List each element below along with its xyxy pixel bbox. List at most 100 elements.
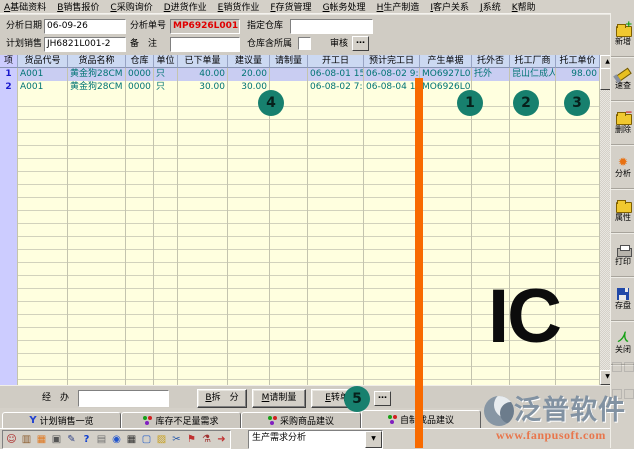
chart-flag-icon[interactable]: ⚑ xyxy=(184,432,199,447)
annotation-circle-4: 4 xyxy=(258,90,284,116)
annotation-vertical-line xyxy=(415,78,423,448)
col-header-item[interactable]: 项 xyxy=(0,55,18,68)
col-header-item-name[interactable]: 货品名称 xyxy=(68,55,126,68)
cell-ordered-qty: 30.00 xyxy=(178,81,228,94)
archive-icon[interactable]: ▥ xyxy=(19,432,34,447)
col-header-requested-qty[interactable]: 请制量 xyxy=(270,55,308,68)
menu-item-inventory[interactable]: F存货管理 xyxy=(270,0,311,13)
menu-label: 进货作业 xyxy=(171,3,207,13)
cell-unit: 只 xyxy=(154,68,178,81)
col-header-unit-price[interactable]: 托工单价 xyxy=(556,55,600,68)
col-header-unit[interactable]: 单位 xyxy=(154,55,178,68)
col-header-ordered-qty[interactable]: 已下单量 xyxy=(178,55,228,68)
close-button[interactable]: 人 关闭 xyxy=(611,321,634,365)
cell-item-code: A001 xyxy=(18,68,68,81)
tab-plan-sales-overview[interactable]: Y 计划销售一览 xyxy=(2,412,121,429)
cell-item-code: A001 xyxy=(18,81,68,94)
monitor-icon[interactable]: ▢ xyxy=(139,432,154,447)
note-icon[interactable]: ▤ xyxy=(94,432,109,447)
help-icon[interactable]: ? xyxy=(79,432,94,447)
warehouse-include-checkbox[interactable] xyxy=(298,37,311,50)
tab-label: 库存不足量需求 xyxy=(155,414,218,427)
footer-more-button[interactable]: … xyxy=(374,391,391,406)
menu-hotkey: G xyxy=(323,3,330,13)
analysis-date-field[interactable]: 06-09-26 xyxy=(44,19,126,34)
menu-label: 采购询价 xyxy=(117,3,153,13)
tab-purchase-suggestion[interactable]: 采购商品建议 xyxy=(241,412,361,429)
sidebar-button-label: 新增 xyxy=(615,38,631,46)
request-qty-button[interactable]: M请制量 xyxy=(252,389,306,408)
warehouse-field[interactable] xyxy=(290,19,373,34)
globe-icon[interactable]: ◉ xyxy=(109,432,124,447)
menu-label: 帐务处理 xyxy=(330,3,366,13)
new-button[interactable]: + 新增 xyxy=(611,13,634,57)
tab-stock-shortage[interactable]: 库存不足量需求 xyxy=(121,412,241,429)
audit-label: 审核 xyxy=(330,38,348,50)
table-row[interactable]: 2 A001 黄金狗28CM 0000 只 30.00 30.00 06-08-… xyxy=(0,81,600,94)
sidebar-button-label: 删除 xyxy=(615,126,631,134)
plan-sales-field[interactable]: JH6821L001-2 xyxy=(44,37,126,52)
col-header-item-code[interactable]: 货品代号 xyxy=(18,55,68,68)
operator-field[interactable] xyxy=(78,390,169,407)
print-button[interactable]: 打印 xyxy=(611,233,634,277)
menu-label: 生产制造 xyxy=(383,3,419,13)
col-header-finish-date[interactable]: 预计完工日 xyxy=(364,55,420,68)
save-button[interactable]: 存盘 xyxy=(611,277,634,321)
menu-item-purchase-inquiry[interactable]: C采购询价 xyxy=(110,0,152,13)
calculator-icon[interactable]: ▦ xyxy=(124,432,139,447)
tab-label: 自制成品建议 xyxy=(400,413,454,426)
analysis-no-field: MP6926L001 xyxy=(170,19,240,34)
col-header-generated-doc[interactable]: 产生单据 xyxy=(420,55,472,68)
analyze-button[interactable]: ✹ 分析 xyxy=(611,145,634,189)
analysis-type-combobox[interactable]: 生产需求分析 ▼ xyxy=(248,430,383,449)
filter-icon: Y xyxy=(29,416,36,425)
truck-icon[interactable]: ▣ xyxy=(49,432,64,447)
user-icon[interactable]: ☺ xyxy=(4,432,19,447)
cell-warehouse: 0000 xyxy=(126,68,154,81)
delete-folder-icon: − xyxy=(615,111,632,124)
cell-start-date: 06-08-01 15: xyxy=(308,68,364,81)
flask-icon[interactable]: ⚗ xyxy=(199,432,214,447)
delete-button[interactable]: − 删除 xyxy=(611,101,634,145)
col-header-vendor[interactable]: 托工厂商 xyxy=(510,55,556,68)
cluster-icon xyxy=(388,415,397,424)
menu-label: 销货作业 xyxy=(223,3,259,13)
remark-field[interactable] xyxy=(170,37,240,52)
menu-item-outbound[interactable]: E销货作业 xyxy=(218,0,260,13)
cell-item-name: 黄金狗28CM xyxy=(68,81,126,94)
menu-item-manufacturing[interactable]: H生产制造 xyxy=(377,0,420,13)
menu-item-inbound[interactable]: D进货作业 xyxy=(164,0,207,13)
menu-item-accounting[interactable]: G帐务处理 xyxy=(323,0,366,13)
col-header-warehouse[interactable]: 仓库 xyxy=(126,55,154,68)
col-header-outsourced[interactable]: 托外否 xyxy=(472,55,510,68)
menu-item-system[interactable]: J系统 xyxy=(480,0,501,13)
tools-icon[interactable]: ✂ xyxy=(169,432,184,447)
sidebar-button-label: 分析 xyxy=(615,170,631,178)
split-button[interactable]: B拆 分 xyxy=(197,389,247,408)
audit-more-button[interactable]: … xyxy=(352,36,369,51)
menu-item-crm[interactable]: I客户关系 xyxy=(430,0,469,13)
menu-bar: A基础资料 B销售报价 C采购询价 D进货作业 E销货作业 F存货管理 G帐务处… xyxy=(0,0,634,14)
ic-watermark: IC xyxy=(488,281,560,353)
menu-item-sales-quote[interactable]: B销售报价 xyxy=(57,0,99,13)
cell-finish-date: 06-08-04 15: xyxy=(364,81,420,94)
button-label: 请制量 xyxy=(269,393,296,403)
quick-find-button[interactable]: 速查 xyxy=(611,57,634,101)
pin-icon[interactable]: ✎ xyxy=(64,432,79,447)
menu-item-base-data[interactable]: A基础资料 xyxy=(4,0,46,13)
cluster-icon xyxy=(268,416,277,425)
brand-logo-icon xyxy=(484,396,514,426)
properties-button[interactable]: 属性 xyxy=(611,189,634,233)
exit-icon[interactable]: ➜ xyxy=(214,432,229,447)
chevron-down-icon[interactable]: ▼ xyxy=(365,431,382,448)
calendar-icon[interactable]: ▦ xyxy=(34,432,49,447)
cell-warehouse: 0000 xyxy=(126,81,154,94)
col-header-start-date[interactable]: 开工日 xyxy=(308,55,364,68)
annotation-circle-3: 3 xyxy=(564,90,590,116)
menu-hotkey: D xyxy=(164,3,171,13)
menu-item-help[interactable]: K帮助 xyxy=(512,0,536,13)
table-row[interactable]: 1 A001 黄金狗28CM 0000 只 40.00 20.00 06-08-… xyxy=(0,68,600,81)
col-header-suggested-qty[interactable]: 建议量 xyxy=(228,55,270,68)
button-label: 拆 分 xyxy=(212,393,239,403)
folder-icon[interactable]: ▨ xyxy=(154,432,169,447)
